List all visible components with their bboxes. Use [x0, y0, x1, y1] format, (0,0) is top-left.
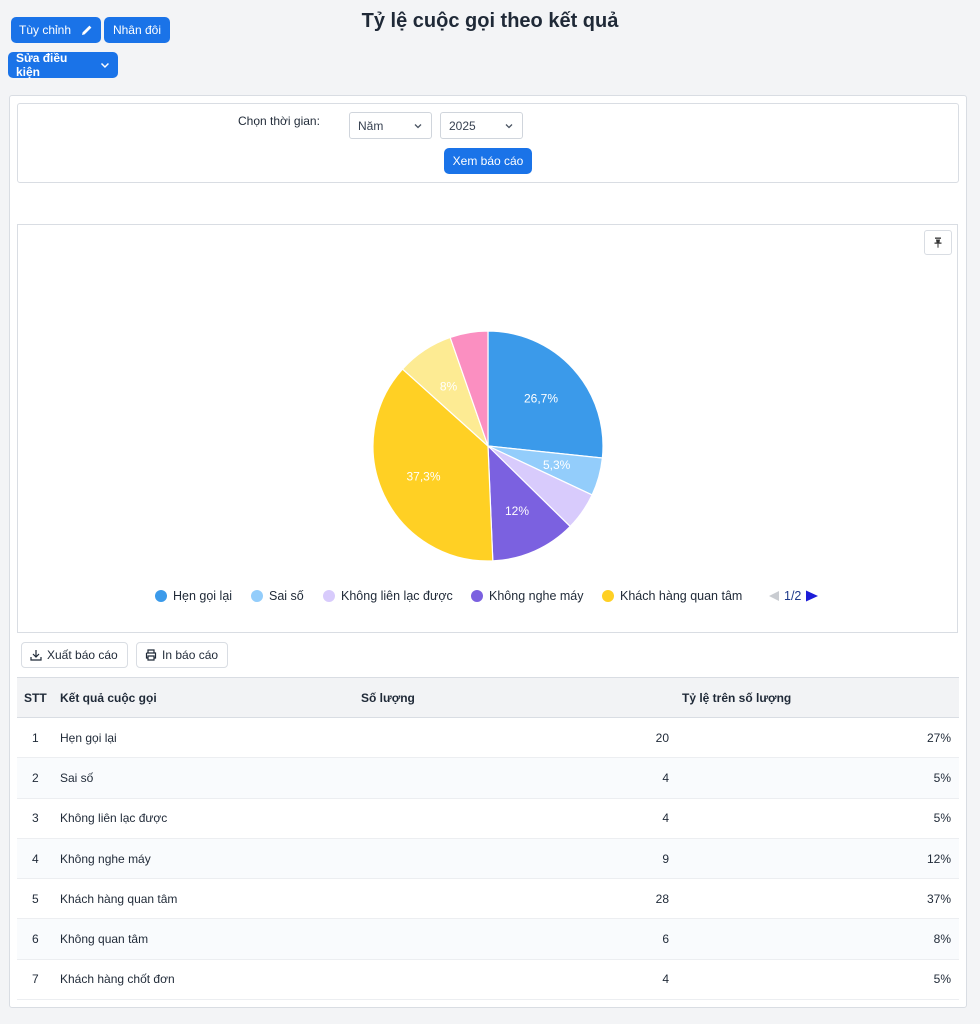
table-header-row: STT Kết quả cuộc gọi Số lượng Tỷ lệ trên…: [17, 677, 959, 718]
legend-item[interactable]: Hẹn gọi lại: [155, 589, 232, 603]
cell-stt: 5: [32, 891, 39, 906]
edit-conditions-button[interactable]: Sửa điều kiện: [8, 51, 118, 79]
download-icon: [30, 650, 42, 661]
legend-pager: 1/2: [768, 589, 819, 603]
prev-page-icon[interactable]: [768, 590, 780, 602]
chevron-down-icon: [414, 123, 422, 128]
next-page-icon[interactable]: [805, 590, 819, 602]
cell-stt: 3: [32, 811, 39, 826]
cell-quantity: 4: [662, 770, 669, 785]
legend-swatch: [155, 590, 167, 602]
time-filter-label: Chọn thời gian:: [238, 114, 320, 128]
legend-label: Sai số: [269, 589, 304, 603]
year-select[interactable]: 2025: [440, 112, 523, 139]
chevron-down-icon: [505, 123, 513, 128]
table-row: 2 Sai số 4 5%: [17, 757, 959, 799]
cell-ratio: 12%: [926, 851, 951, 866]
period-select[interactable]: Năm: [349, 112, 432, 139]
export-label: Xuất báo cáo: [47, 648, 118, 662]
legend-label: Không nghe máy: [489, 589, 584, 603]
table-row: 5 Khách hàng quan tâm 28 37%: [17, 879, 959, 919]
results-table: STT Kết quả cuộc gọi Số lượng Tỷ lệ trên…: [17, 677, 959, 1000]
cell-call-result: Không nghe máy: [60, 851, 151, 866]
cell-quantity: 4: [662, 972, 669, 987]
pin-icon: [934, 237, 942, 248]
cell-call-result: Khách hàng chốt đơn: [60, 972, 175, 987]
cell-ratio: 5%: [933, 770, 951, 785]
table-row: 6 Không quan tâm 6 8%: [17, 918, 959, 960]
legend-swatch: [251, 590, 263, 602]
header-ratio[interactable]: Tỷ lệ trên số lượng: [677, 678, 959, 718]
cell-call-result: Hẹn gọi lại: [60, 730, 117, 745]
pin-button[interactable]: [924, 230, 952, 255]
table-row: 1 Hẹn gọi lại 20 27%: [17, 718, 959, 758]
cell-stt: 6: [32, 932, 39, 947]
printer-icon: [145, 649, 157, 661]
legend-item[interactable]: Sai số: [251, 589, 304, 603]
chevron-down-icon: [101, 62, 110, 69]
cell-quantity: 6: [662, 932, 669, 947]
year-select-value: 2025: [449, 118, 476, 133]
cell-ratio: 8%: [933, 932, 951, 947]
cell-stt: 4: [32, 851, 39, 866]
legend-label: Khách hàng quan tâm: [620, 589, 743, 603]
legend-swatch: [602, 590, 614, 602]
cell-ratio: 37%: [926, 891, 951, 906]
cell-call-result: Sai số: [60, 770, 94, 785]
legend-swatch: [471, 590, 483, 602]
page-title: Tỷ lệ cuộc gọi theo kết quả: [361, 10, 619, 32]
cell-call-result: Không liên lạc được: [60, 811, 168, 826]
cell-quantity: 28: [655, 891, 669, 906]
cell-quantity: 9: [662, 851, 669, 866]
cell-quantity: 20: [655, 730, 669, 745]
print-report-button[interactable]: In báo cáo: [136, 642, 228, 668]
table-row: 4 Không nghe máy 9 12%: [17, 838, 959, 879]
table-row: 3 Không liên lạc được 4 5%: [17, 798, 959, 839]
legend-item[interactable]: Không nghe máy: [471, 589, 584, 603]
chart-container: [17, 224, 958, 633]
cell-stt: 2: [32, 770, 39, 785]
legend-label: Không liên lạc được: [341, 589, 453, 603]
print-label: In báo cáo: [162, 648, 219, 662]
cell-stt: 7: [32, 972, 39, 987]
cell-ratio: 5%: [933, 811, 951, 826]
edit-conditions-label: Sửa điều kiện: [16, 51, 68, 79]
table-row: 7 Khách hàng chốt đơn 4 5%: [17, 959, 959, 1000]
view-report-button[interactable]: Xem báo cáo: [444, 148, 532, 174]
legend-item[interactable]: Khách hàng quan tâm: [602, 589, 742, 603]
header-quantity[interactable]: Số lượng: [360, 678, 677, 718]
export-report-button[interactable]: Xuất báo cáo: [21, 642, 128, 668]
legend-swatch: [323, 590, 335, 602]
period-select-value: Năm: [358, 118, 384, 133]
legend-item[interactable]: Không liên lạc được: [323, 589, 453, 603]
header-call-result[interactable]: Kết quả cuộc gọi: [59, 678, 360, 718]
cell-call-result: Khách hàng quan tâm: [60, 891, 178, 906]
header-stt[interactable]: STT: [17, 678, 59, 718]
legend-label: Hẹn gọi lại: [173, 589, 233, 603]
cell-stt: 1: [32, 730, 39, 745]
cell-quantity: 4: [662, 811, 669, 826]
cell-ratio: 27%: [926, 730, 951, 745]
cell-ratio: 5%: [933, 972, 951, 987]
cell-call-result: Không quan tâm: [60, 932, 149, 947]
legend-page-text: 1/2: [784, 589, 802, 603]
